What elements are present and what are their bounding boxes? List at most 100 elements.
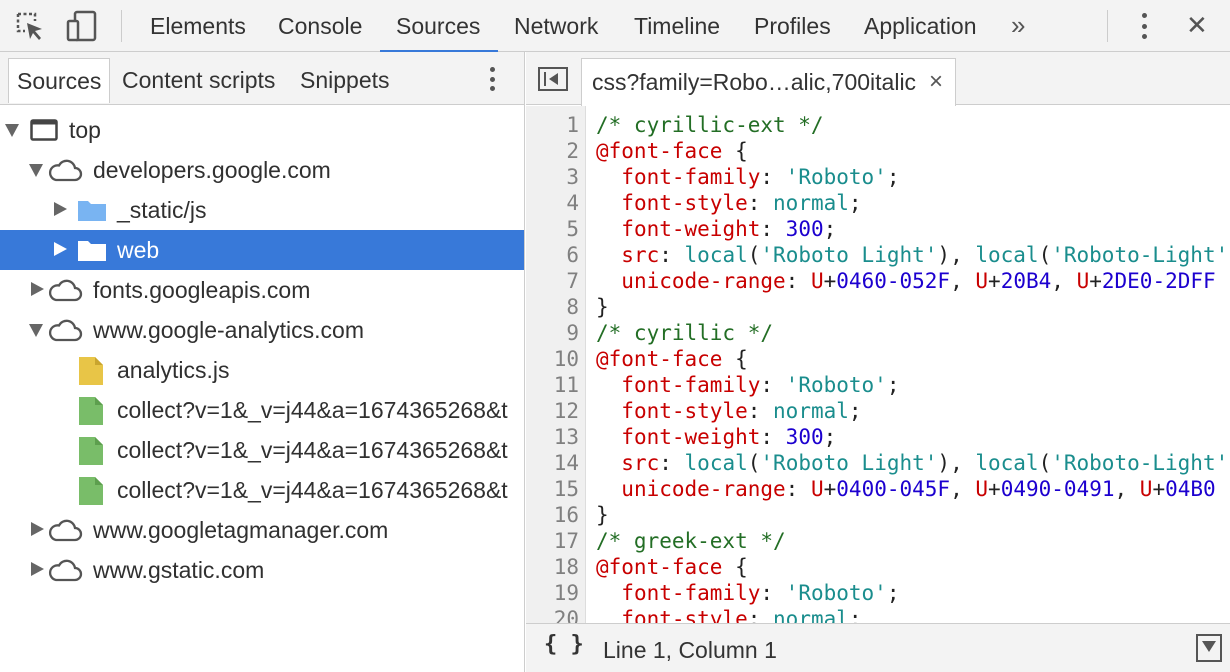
tab-network[interactable]: Network — [514, 0, 598, 52]
close-icon[interactable]: ✕ — [1186, 0, 1208, 50]
code-line: font-style: normal; — [596, 398, 861, 424]
folder-icon — [78, 201, 106, 221]
close-tab-icon[interactable]: × — [929, 59, 943, 105]
code-line: @font-face { — [596, 554, 748, 580]
code-token: ( — [747, 243, 761, 267]
line-number: 8 — [566, 295, 579, 319]
pretty-print-button[interactable]: { } — [544, 632, 584, 657]
tree-item-label: fonts.googleapis.com — [93, 277, 311, 303]
tree-item-developers-google-com[interactable]: developers.google.com — [0, 150, 524, 190]
cloud-icon — [48, 559, 83, 582]
code-token: font-family — [621, 373, 761, 397]
tab-timeline[interactable]: Timeline — [634, 0, 720, 52]
code-token: , — [950, 477, 976, 501]
tree-item-top[interactable]: top — [0, 110, 524, 150]
code-line: src: local('Roboto Light'), local('Robot… — [596, 242, 1228, 268]
line-number: 6 — [566, 243, 579, 267]
code-token: src — [621, 243, 660, 267]
collapse-arrow-icon[interactable] — [31, 562, 44, 576]
tree-item-web[interactable]: web — [0, 230, 524, 270]
tree-item-label: _static/js — [117, 197, 207, 223]
code-token: src — [621, 451, 660, 475]
customize-menu-icon[interactable] — [1142, 13, 1148, 39]
expand-arrow-icon[interactable] — [5, 124, 19, 137]
more-tabs-chevron-icon[interactable]: » — [1011, 0, 1025, 52]
code-token: font-style — [621, 607, 748, 623]
expand-arrow-icon[interactable] — [29, 164, 43, 177]
collapse-arrow-icon[interactable] — [54, 242, 67, 256]
expand-arrow-icon[interactable] — [29, 324, 43, 337]
tree-item-google-analytics-com[interactable]: www.google-analytics.com — [0, 310, 524, 350]
scroll-to-bottom-icon[interactable] — [1196, 634, 1222, 662]
collapse-arrow-icon[interactable] — [31, 282, 44, 296]
line-number: 15 — [553, 477, 579, 501]
code-line: font-weight: 300; — [596, 424, 836, 450]
code-token: ( — [1038, 451, 1052, 475]
cloud-icon — [48, 279, 83, 302]
code-line: font-family: 'Roboto'; — [596, 580, 899, 606]
code-token: ( — [747, 451, 761, 475]
editor-file-tab[interactable]: css?family=Robo…alic,700italic × — [581, 58, 956, 106]
tab-elements[interactable]: Elements — [150, 0, 246, 52]
toggle-navigator-icon[interactable] — [538, 67, 568, 91]
navigator-menu-icon[interactable] — [490, 67, 496, 91]
tab-application[interactable]: Application — [864, 0, 977, 52]
tree-item-fonts-googleapis-com[interactable]: fonts.googleapis.com — [0, 270, 524, 310]
code-token: U — [810, 269, 824, 293]
code-line: font-style: normal; — [596, 190, 861, 216]
tree-item-gstatic-com[interactable]: www.gstatic.com — [0, 550, 524, 590]
line-number: 4 — [566, 191, 579, 215]
code-line: @font-face { — [596, 346, 748, 372]
code-token: U — [975, 269, 989, 293]
collapse-arrow-icon[interactable] — [54, 202, 67, 216]
file-icon — [79, 397, 103, 425]
folder-icon — [78, 241, 106, 261]
code-token: /* cyrillic */ — [596, 321, 774, 345]
tree-item-static-js[interactable]: _static/js — [0, 190, 524, 230]
code-token: , — [1114, 477, 1140, 501]
code-token: 'Roboto Light' — [760, 451, 938, 475]
code-token: font-style — [621, 191, 748, 215]
tree-item-label: www.googletagmanager.com — [93, 517, 389, 543]
code-token: unicode-range — [621, 477, 786, 501]
code-token: 20B4 — [1000, 269, 1052, 293]
code-editor[interactable]: 1 2 3 4 5 6 7 8 9 10 11 12 13 14 15 16 17 18 19 20 /* cyril… — [526, 106, 1230, 623]
code-token: font-style — [621, 399, 748, 423]
collapse-arrow-icon[interactable] — [31, 522, 44, 536]
tree-item-googletagmanager-com[interactable]: www.googletagmanager.com — [0, 510, 524, 550]
navigator-tab-snippets[interactable]: Snippets — [300, 52, 390, 105]
code-token: : — [747, 191, 774, 215]
code-token: normal — [773, 607, 849, 623]
tree-item-collect[interactable]: collect?v=1&_v=j44&a=1674365268&t — [0, 390, 524, 430]
tab-console[interactable]: Console — [278, 0, 362, 52]
code-token: 04B0 — [1165, 477, 1216, 501]
navigator-tab-sources[interactable]: Sources — [8, 58, 111, 103]
code-token: U — [1139, 477, 1153, 501]
tree-item-label: www.google-analytics.com — [93, 317, 365, 343]
tab-sources[interactable]: Sources — [379, 0, 499, 52]
tree-item-analytics-js[interactable]: analytics.js — [0, 350, 524, 390]
code-token: 0490-0491 — [1000, 477, 1115, 501]
inspect-element-icon[interactable] — [12, 8, 48, 44]
tree-item-label: analytics.js — [117, 357, 230, 383]
tree-item-collect[interactable]: collect?v=1&_v=j44&a=1674365268&t — [0, 470, 524, 510]
line-number: 11 — [553, 373, 579, 397]
code-token: { — [722, 139, 748, 163]
tree-item-collect[interactable]: collect?v=1&_v=j44&a=1674365268&t — [0, 430, 524, 470]
tab-profiles[interactable]: Profiles — [754, 0, 831, 52]
editor-tab-strip: css?family=Robo…alic,700italic × — [526, 52, 1230, 106]
navigator-tab-content-scripts[interactable]: Content scripts — [122, 52, 275, 105]
code-token: } — [596, 295, 609, 319]
code-token: : — [760, 217, 786, 241]
device-mode-icon[interactable] — [64, 8, 100, 44]
tree-item-label: collect?v=1&_v=j44&a=1674365268&t — [117, 397, 508, 423]
code-token: 'Roboto' — [785, 373, 887, 397]
code-token: } — [596, 503, 609, 527]
code-token: /* greek-ext */ — [596, 529, 786, 553]
line-number: 3 — [566, 165, 579, 189]
code-token: + — [988, 477, 1001, 501]
code-token: { — [722, 347, 748, 371]
code-token: local — [684, 243, 748, 267]
